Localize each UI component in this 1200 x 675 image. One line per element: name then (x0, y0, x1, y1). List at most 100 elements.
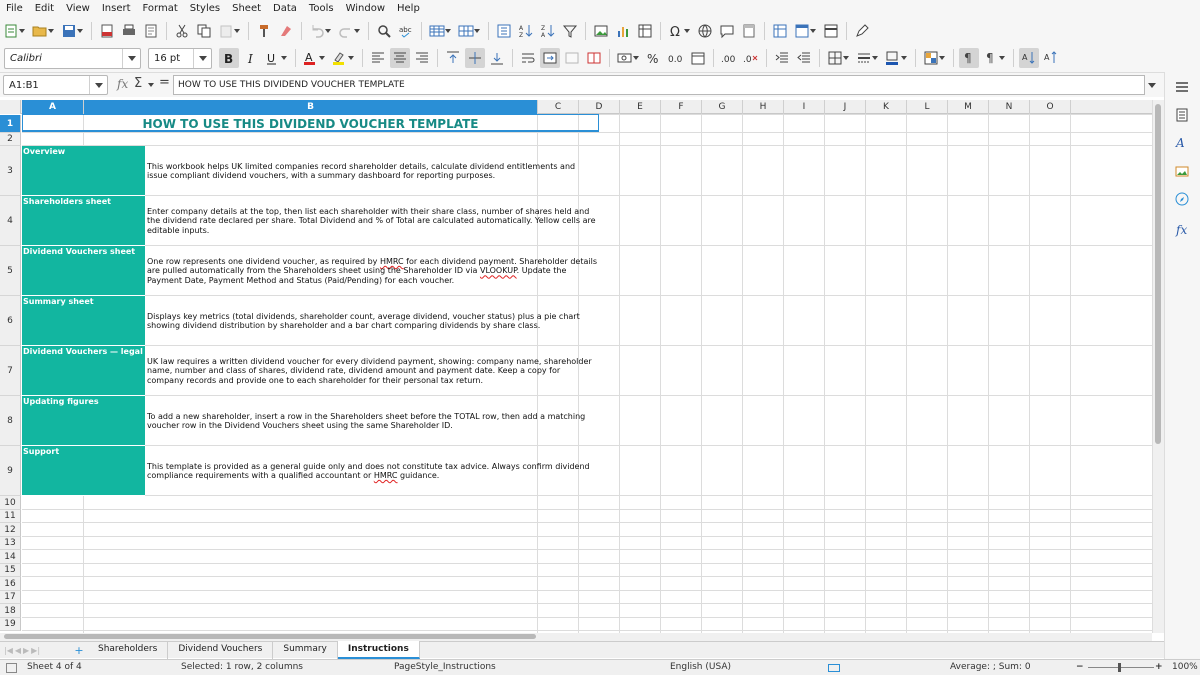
horizontal-scrollbar[interactable] (0, 633, 1152, 641)
merge-cells-icon[interactable] (562, 48, 582, 68)
row-header-18[interactable]: 18 (0, 604, 21, 618)
row-icon[interactable] (427, 21, 454, 41)
hamburger-menu-icon[interactable] (1173, 78, 1191, 96)
align-center-icon[interactable] (390, 48, 410, 68)
row-header-8[interactable]: 8 (0, 396, 21, 446)
align-left-icon[interactable] (368, 48, 388, 68)
row-header-13[interactable]: 13 (0, 537, 21, 550)
copy-icon[interactable] (194, 21, 214, 41)
spelling-icon[interactable]: abc (396, 21, 416, 41)
section-label[interactable]: Support (22, 446, 145, 496)
row-header-2[interactable]: 2 (0, 133, 21, 146)
column-header-n[interactable]: N (989, 100, 1030, 114)
row-header-1[interactable]: 1 (0, 115, 21, 133)
decrease-indent-icon[interactable] (794, 48, 814, 68)
menu-item-styles[interactable]: Styles (184, 0, 226, 17)
menu-item-sheet[interactable]: Sheet (226, 0, 267, 17)
column-header-g[interactable]: G (702, 100, 743, 114)
vertical-text-icon[interactable]: A (1041, 48, 1061, 68)
special-character-icon[interactable]: Ω (666, 21, 693, 41)
font-color-icon[interactable]: A (301, 48, 328, 68)
unmerge-cells-icon[interactable] (584, 48, 604, 68)
properties-icon[interactable] (1173, 106, 1191, 124)
print-icon[interactable] (119, 21, 139, 41)
row-header-12[interactable]: 12 (0, 523, 21, 537)
last-sheet-icon[interactable]: ▶| (31, 646, 40, 655)
chevron-down-icon[interactable] (148, 83, 154, 87)
align-bottom-icon[interactable] (487, 48, 507, 68)
undo-icon[interactable] (307, 21, 334, 41)
clone-formatting-icon[interactable] (254, 21, 274, 41)
menu-item-window[interactable]: Window (340, 0, 391, 17)
row-header-16[interactable]: 16 (0, 577, 21, 591)
row-header-10[interactable]: 10 (0, 496, 21, 510)
highlight-color-icon[interactable] (330, 48, 357, 68)
add-sheet-icon[interactable]: + (70, 644, 88, 657)
column-header-e[interactable]: E (620, 100, 661, 114)
currency-format-icon[interactable] (615, 48, 642, 68)
row-header-9[interactable]: 9 (0, 446, 21, 496)
section-label[interactable]: Updating figures (22, 396, 145, 446)
add-decimal-icon[interactable]: .00 (719, 48, 739, 68)
freeze-rows-columns-icon[interactable] (792, 21, 819, 41)
menu-item-data[interactable]: Data (267, 0, 303, 17)
clear-formatting-icon[interactable] (276, 21, 296, 41)
column-header-a[interactable]: A (22, 100, 84, 114)
column-header-c[interactable]: C (538, 100, 579, 114)
name-box[interactable]: A1:B1 (3, 75, 108, 95)
section-label[interactable]: Dividend Vouchers — legal requir (22, 346, 145, 396)
merge-center-icon[interactable] (540, 48, 560, 68)
section-description[interactable]: One row represents one dividend voucher,… (146, 246, 598, 296)
export-pdf-icon[interactable] (97, 21, 117, 41)
row-header-15[interactable]: 15 (0, 564, 21, 577)
language[interactable]: English (USA) (670, 662, 731, 672)
autofilter-icon[interactable] (560, 21, 580, 41)
row-header-17[interactable]: 17 (0, 591, 21, 604)
formula-input[interactable]: HOW TO USE THIS DIVIDEND VOUCHER TEMPLAT… (173, 75, 1145, 95)
border-style-icon[interactable] (854, 48, 881, 68)
formula-equals-icon[interactable]: = (159, 75, 170, 90)
expand-formula-bar-icon[interactable] (1148, 83, 1156, 88)
column-header-b[interactable]: B (84, 100, 538, 114)
borders-icon[interactable] (825, 48, 852, 68)
underline-icon[interactable]: U (263, 48, 290, 68)
bold-icon[interactable]: B (219, 48, 239, 68)
section-label[interactable]: Shareholders sheet (22, 196, 145, 246)
menu-item-format[interactable]: Format (137, 0, 184, 17)
column-icon[interactable] (456, 21, 483, 41)
border-color-icon[interactable] (883, 48, 910, 68)
horizontal-scroll-thumb[interactable] (4, 634, 536, 639)
column-header-l[interactable]: L (907, 100, 948, 114)
functions-icon[interactable]: fx (1173, 220, 1191, 238)
sort-icon[interactable] (494, 21, 514, 41)
find-replace-icon[interactable] (374, 21, 394, 41)
row-header-5[interactable]: 5 (0, 246, 21, 296)
section-description[interactable]: This workbook helps UK limited companies… (146, 146, 598, 196)
section-description[interactable]: Enter company details at the top, then l… (146, 196, 598, 246)
column-header-h[interactable]: H (743, 100, 784, 114)
row-header-19[interactable]: 19 (0, 618, 21, 631)
column-header-k[interactable]: K (866, 100, 907, 114)
section-label[interactable]: Dividend Vouchers sheet (22, 246, 145, 296)
selection-mode-icon[interactable] (828, 664, 840, 672)
column-header-i[interactable]: I (784, 100, 825, 114)
text-direction-rtl-icon[interactable]: ¶ (959, 48, 979, 68)
tab-summary[interactable]: Summary (273, 641, 338, 659)
section-description[interactable]: UK law requires a written dividend vouch… (146, 346, 598, 396)
insert-image-icon[interactable] (591, 21, 611, 41)
tab-instructions[interactable]: Instructions (337, 641, 420, 659)
row-header-14[interactable]: 14 (0, 550, 21, 564)
column-header-j[interactable]: J (825, 100, 866, 114)
page-style[interactable]: PageStyle_Instructions (394, 662, 496, 672)
vertical-scroll-thumb[interactable] (1155, 104, 1161, 444)
column-header-m[interactable]: M (948, 100, 989, 114)
styles-icon[interactable]: A (1173, 134, 1191, 152)
tab-shareholders[interactable]: Shareholders (88, 641, 169, 659)
redo-icon[interactable] (336, 21, 363, 41)
wrap-text-icon[interactable] (518, 48, 538, 68)
zoom-level[interactable]: 100% (1172, 662, 1198, 672)
zoom-slider-handle[interactable] (1118, 663, 1121, 672)
new-document-icon[interactable] (1, 21, 28, 41)
sum-info[interactable]: Average: ; Sum: 0 (950, 662, 1031, 672)
tab-dividend-vouchers[interactable]: Dividend Vouchers (168, 641, 274, 659)
